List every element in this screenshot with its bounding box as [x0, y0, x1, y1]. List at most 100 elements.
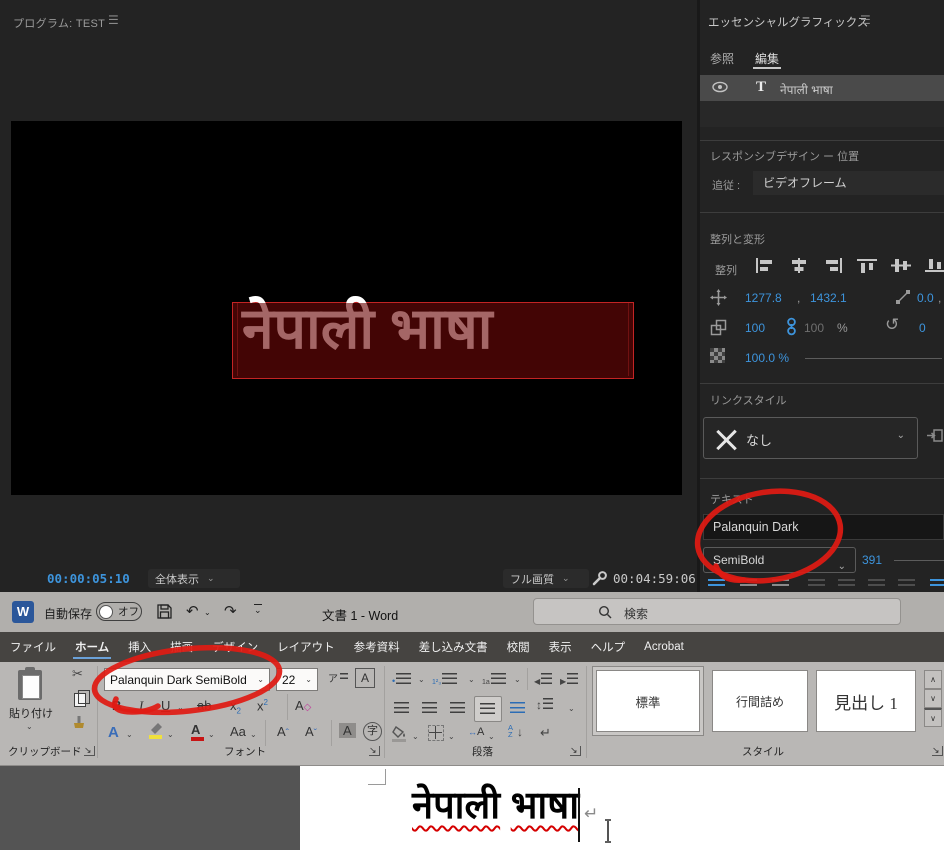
paste-button[interactable]: 貼り付け: [9, 705, 53, 721]
shading-chevron-icon[interactable]: ⌄: [412, 732, 419, 741]
bullet-list-button[interactable]: •: [392, 671, 412, 689]
change-case-chevron-icon[interactable]: ⌄: [250, 730, 257, 739]
shrink-font-button[interactable]: Aˇ: [305, 724, 317, 739]
borders-chevron-icon[interactable]: ⌄: [448, 732, 455, 741]
opacity-slider[interactable]: [805, 358, 942, 359]
panel-menu-icon[interactable]: ☰: [860, 13, 871, 27]
strikethrough-button[interactable]: ab: [197, 698, 211, 713]
document-text-line[interactable]: नेपाली भाषा: [412, 782, 579, 831]
character-shading-button[interactable]: A: [339, 723, 356, 738]
settings-wrench-icon[interactable]: [592, 570, 608, 586]
zoom-level-dropdown[interactable]: 全体表示 ⌄: [148, 569, 240, 588]
styles-more-button[interactable]: ∨: [924, 708, 942, 727]
distribute-button[interactable]: [510, 702, 525, 713]
text-justify-last-left-button[interactable]: [808, 579, 825, 581]
tab-insert[interactable]: 挿入: [126, 633, 153, 661]
align-center-button[interactable]: [422, 702, 437, 713]
phonetic-guide-button[interactable]: ア: [328, 670, 348, 685]
undo-chevron-icon[interactable]: ⌄: [204, 608, 211, 617]
tab-references[interactable]: 参考資料: [352, 633, 402, 661]
anchor-x-value[interactable]: 0.0: [917, 291, 934, 305]
highlight-button[interactable]: [149, 723, 163, 739]
styles-dialog-launcher-icon[interactable]: ↘: [932, 746, 943, 756]
scale-height-value[interactable]: 100: [804, 321, 824, 335]
increase-indent-button[interactable]: ▶: [560, 671, 579, 689]
line-spacing-button[interactable]: ↕: [536, 698, 553, 712]
follow-dropdown[interactable]: ビデオフレーム: [753, 171, 944, 195]
align-right-button[interactable]: [450, 702, 465, 713]
character-spacing-button[interactable]: ↔AaA: [468, 726, 484, 738]
font-size-combo[interactable]: 22 ⌄: [276, 668, 318, 691]
position-x-value[interactable]: 1277.8: [745, 291, 782, 305]
link-style-dropdown[interactable]: なし ⌄: [703, 417, 918, 459]
customize-quick-access-icon[interactable]: ⌄: [254, 604, 262, 616]
font-size-value[interactable]: 391: [862, 553, 882, 567]
tab-mailings[interactable]: 差し込み文書: [417, 633, 490, 661]
character-border-button[interactable]: A: [355, 668, 375, 688]
shading-bucket-button[interactable]: [392, 726, 407, 742]
clear-formatting-button[interactable]: A◇: [295, 698, 311, 713]
subscript-button[interactable]: x2: [230, 698, 241, 716]
font-name-combo[interactable]: Palanquin Dark SemiBold ⌄: [104, 668, 270, 691]
search-box[interactable]: 検索: [533, 598, 901, 625]
line-spacing-chevron-icon[interactable]: ⌄: [568, 704, 575, 713]
text-align-right-button[interactable]: [772, 579, 789, 581]
styles-scroll-down-button[interactable]: ∨: [924, 689, 942, 708]
borders-button[interactable]: [428, 725, 444, 741]
scale-width-value[interactable]: 100: [745, 321, 765, 335]
document-word-2[interactable]: भाषा: [511, 785, 579, 827]
position-y-value[interactable]: 1432.1: [810, 291, 847, 305]
tab-view[interactable]: 表示: [547, 633, 574, 661]
font-dialog-launcher-icon[interactable]: ↘: [369, 746, 380, 756]
multilevel-chevron-icon[interactable]: ⌄: [514, 675, 521, 684]
align-left-button[interactable]: [394, 702, 409, 713]
text-effects-chevron-icon[interactable]: ⌄: [126, 730, 133, 739]
bullet-list-chevron-icon[interactable]: ⌄: [418, 675, 425, 684]
change-case-button[interactable]: Aa: [230, 724, 246, 739]
push-style-to-layer-button[interactable]: [926, 427, 943, 444]
grow-font-button[interactable]: Aˆ: [277, 724, 289, 739]
autosave-toggle[interactable]: オフ: [96, 602, 142, 621]
current-timecode[interactable]: 00:00:05:10: [47, 571, 130, 586]
style-heading1-card[interactable]: 見出し 1: [816, 670, 916, 732]
cut-scissors-icon[interactable]: ✂: [72, 666, 83, 682]
align-left-icon[interactable]: [755, 258, 775, 273]
style-nospacing-card[interactable]: 行間詰め: [712, 670, 808, 732]
text-align-center-button[interactable]: [740, 579, 757, 581]
text-justify-last-center-button[interactable]: [838, 579, 855, 581]
styles-scroll-up-button[interactable]: ∧: [924, 670, 942, 689]
italic-button[interactable]: I: [139, 698, 143, 714]
decrease-indent-button[interactable]: ◀: [534, 671, 553, 689]
document-word-1[interactable]: नेपाली: [412, 785, 500, 827]
tab-help[interactable]: ヘルプ: [589, 633, 628, 661]
align-right-icon[interactable]: [823, 258, 843, 273]
sort-button[interactable]: AZ: [508, 724, 513, 739]
character-width-button[interactable]: 字: [363, 722, 382, 741]
font-size-slider[interactable]: [894, 560, 944, 561]
text-justify-last-right-button[interactable]: [868, 579, 885, 581]
video-preview[interactable]: नेपाली भाषा: [11, 121, 682, 495]
text-selection-box[interactable]: नेपाली भाषा: [232, 297, 634, 379]
tab-design[interactable]: デザイン: [210, 633, 260, 661]
align-top-icon[interactable]: [857, 258, 877, 273]
style-normal-card[interactable]: 標準: [596, 670, 700, 732]
paragraph-dialog-launcher-icon[interactable]: ↘: [570, 746, 581, 756]
document-page[interactable]: [300, 766, 944, 850]
text-justify-all-button[interactable]: [898, 579, 915, 581]
justify-button-selected[interactable]: [474, 696, 502, 722]
tab-edit[interactable]: 編集: [755, 50, 779, 67]
numbered-list-chevron-icon[interactable]: ⌄: [468, 675, 475, 684]
align-bottom-icon[interactable]: [925, 258, 944, 273]
underline-chevron-icon[interactable]: ⌄: [177, 703, 184, 712]
undo-icon[interactable]: ↶: [186, 602, 199, 620]
rotation-value[interactable]: 0: [919, 321, 926, 335]
font-family-dropdown[interactable]: Palanquin Dark: [703, 514, 944, 540]
redo-icon[interactable]: ↷: [224, 602, 237, 620]
align-center-vertical-icon[interactable]: [891, 258, 911, 273]
align-center-horizontal-icon[interactable]: [789, 258, 809, 273]
tab-home[interactable]: ホーム: [73, 633, 112, 661]
format-painter-icon[interactable]: [72, 716, 86, 731]
text-effects-button[interactable]: A: [108, 724, 119, 741]
visibility-eye-icon[interactable]: [712, 81, 728, 93]
multilevel-list-button[interactable]: 1a: [482, 671, 506, 689]
